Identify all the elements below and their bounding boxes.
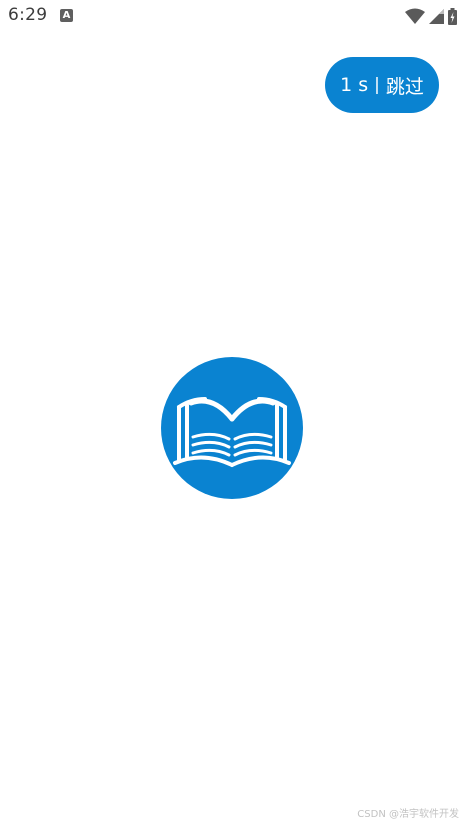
status-bar: 6:29 A	[0, 0, 465, 32]
notification-icon: A	[60, 9, 73, 22]
wifi-icon	[405, 8, 425, 25]
cellular-signal-icon	[429, 8, 444, 24]
status-icons	[405, 6, 457, 26]
open-book-icon	[161, 357, 303, 499]
app-logo	[161, 357, 303, 499]
skip-countdown: 1 s	[340, 74, 369, 96]
skip-button[interactable]: 1 s | 跳过	[325, 57, 439, 113]
skip-label: 跳过	[385, 75, 424, 98]
splash-screen: 6:29 A 1 s | 跳过 CSDN @浩宇软件开发	[0, 0, 465, 826]
skip-separator: |	[374, 75, 380, 95]
watermark: CSDN @浩宇软件开发	[357, 809, 459, 820]
battery-charging-icon	[448, 7, 457, 25]
status-time: 6:29	[8, 5, 48, 25]
